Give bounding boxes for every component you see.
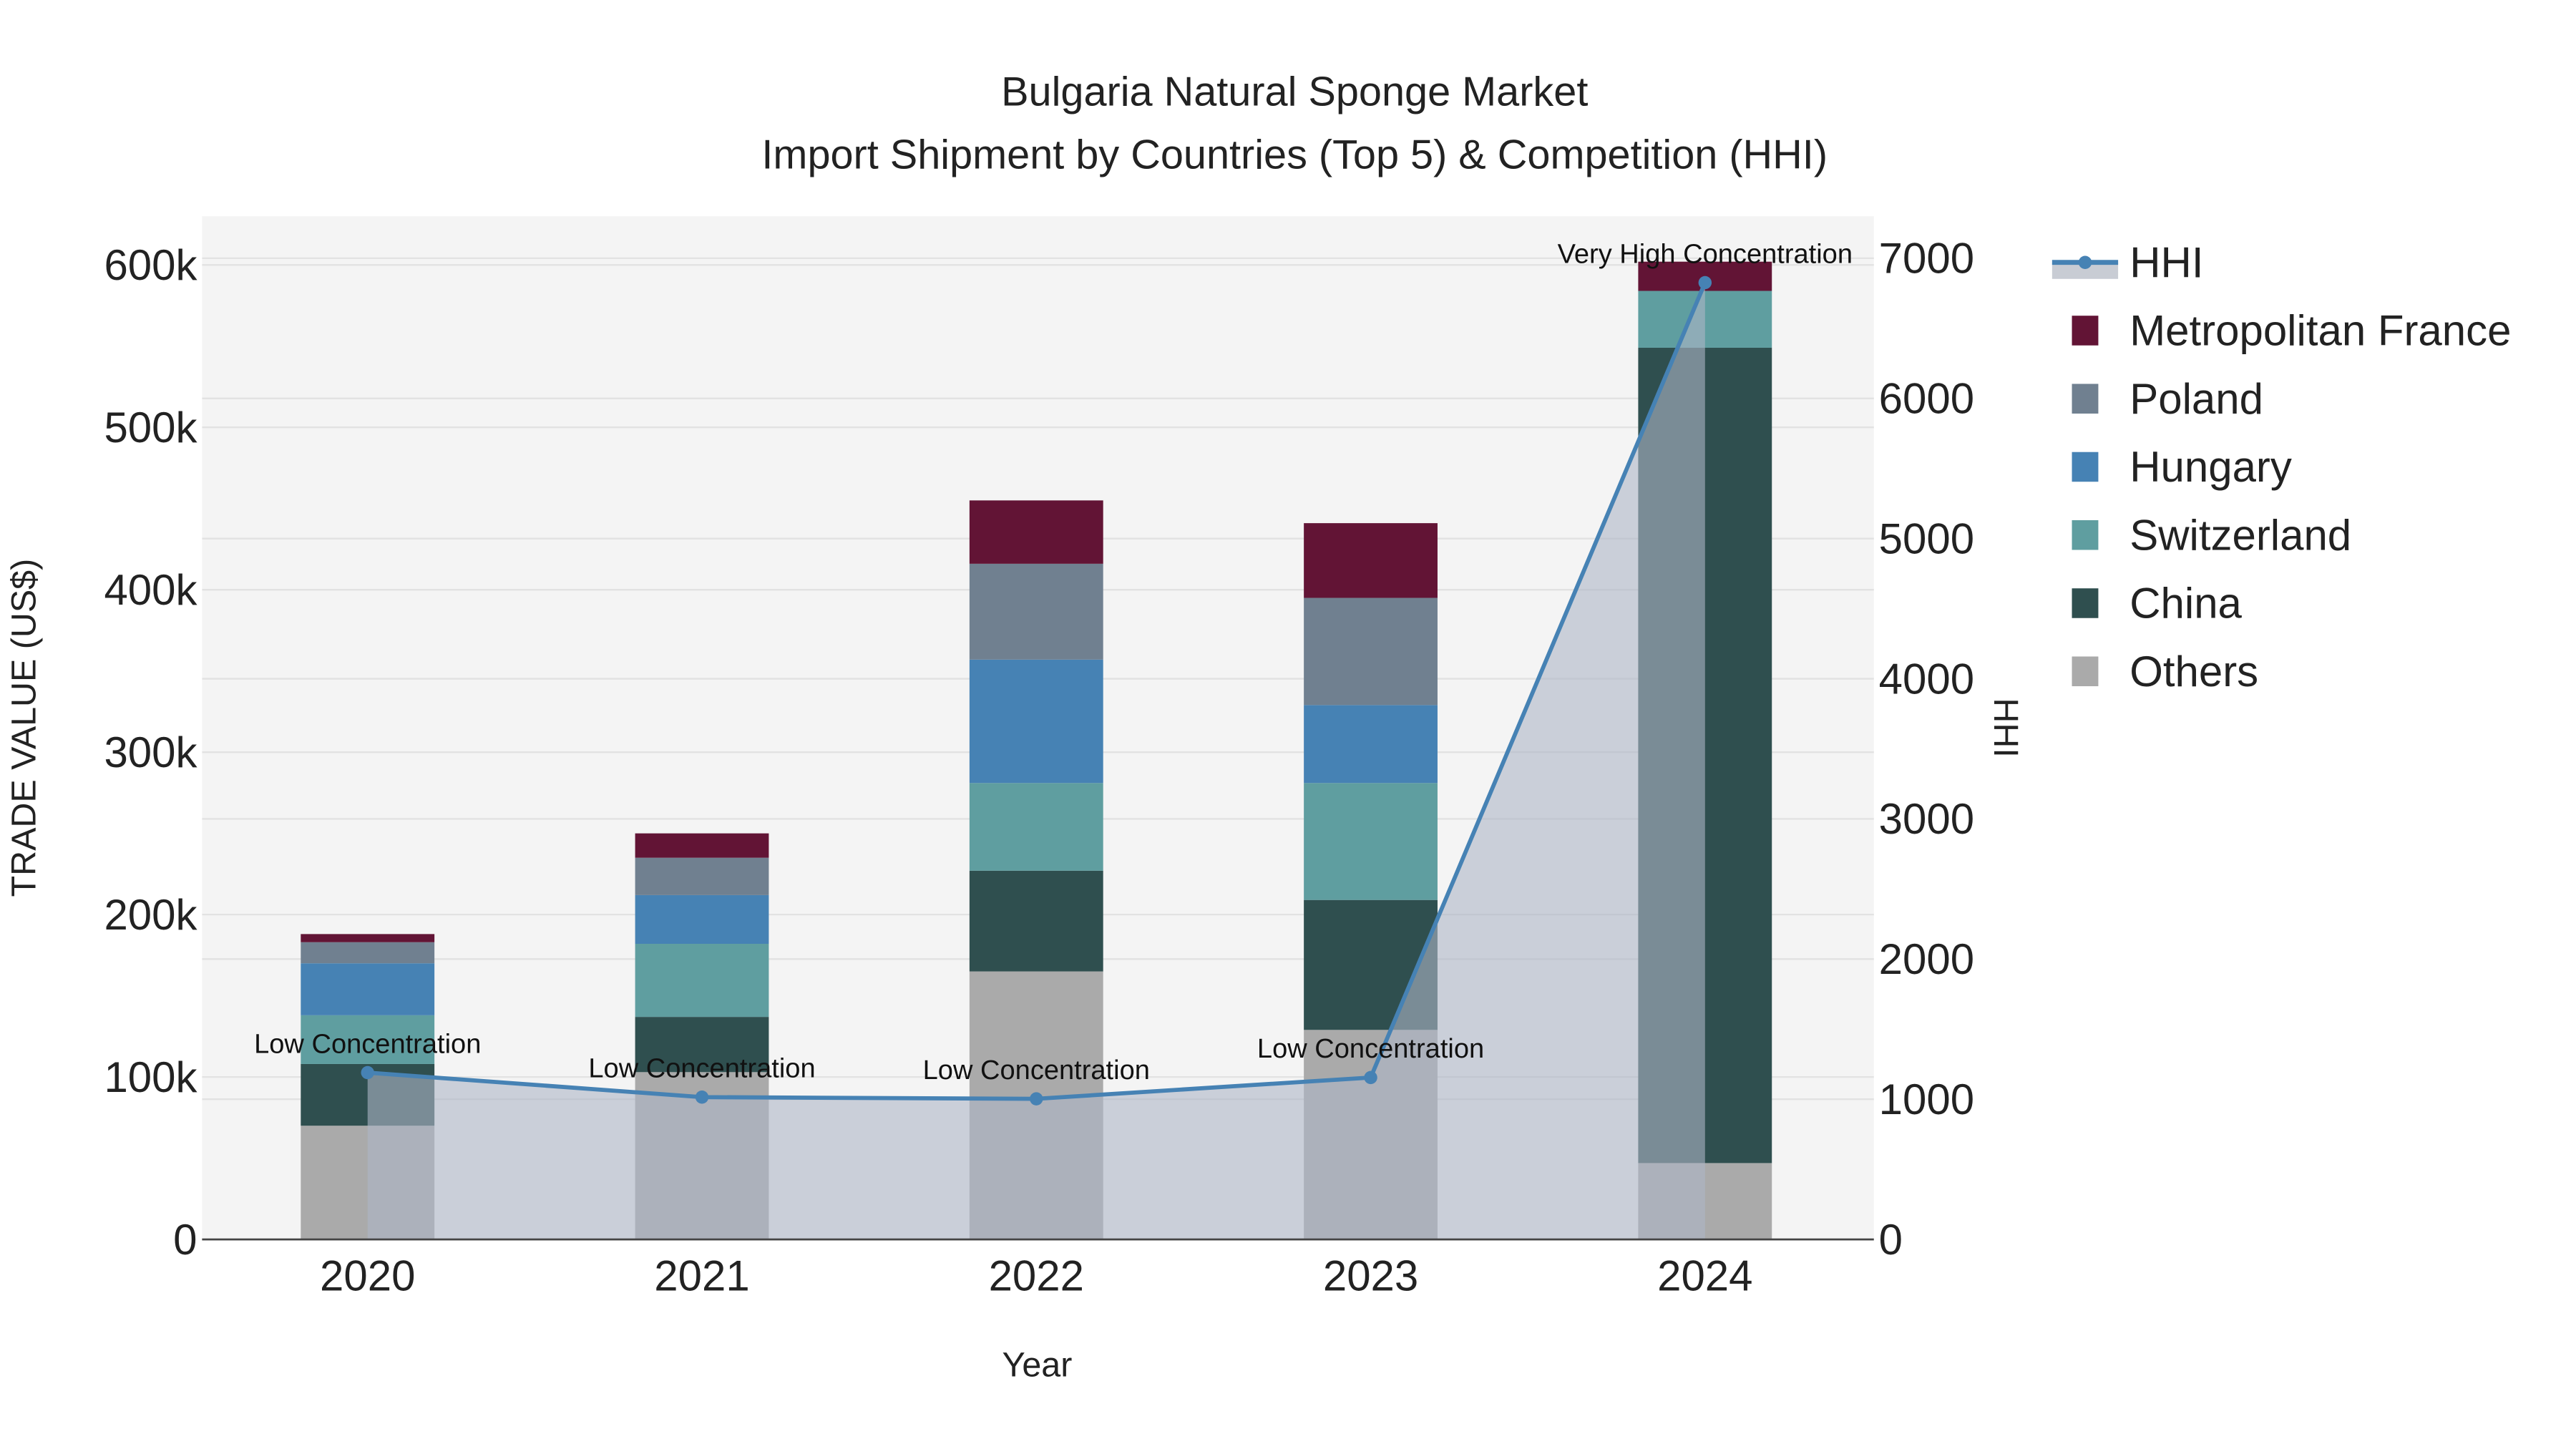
x-tick-label: 2021 bbox=[654, 1252, 749, 1300]
y2-tick-label: 4000 bbox=[1879, 655, 1974, 703]
y2-tick-label: 7000 bbox=[1879, 235, 1974, 283]
y2-tick-label: 3000 bbox=[1879, 795, 1974, 843]
legend-label: HHI bbox=[2129, 238, 2203, 286]
legend-swatch bbox=[2078, 255, 2092, 269]
legend-label: Poland bbox=[2129, 375, 2263, 423]
hhi-point bbox=[695, 1091, 709, 1104]
chart-subtitle: Import Shipment by Countries (Top 5) & C… bbox=[761, 132, 1828, 177]
bar-metropolitan-france-2020 bbox=[301, 934, 435, 942]
bar-china-2022 bbox=[969, 870, 1103, 972]
legend-item-metropolitan-france[interactable]: Metropolitan France bbox=[2072, 307, 2512, 355]
bar-metropolitan-france-2023 bbox=[1304, 523, 1438, 598]
hhi-annotation: Low Concentration bbox=[588, 1054, 815, 1084]
y-tick-label: 400k bbox=[104, 566, 197, 614]
legend-label: Others bbox=[2129, 648, 2258, 696]
bar-poland-2023 bbox=[1304, 597, 1438, 706]
bar-poland-2022 bbox=[969, 563, 1103, 660]
x-tick-label: 2020 bbox=[320, 1252, 415, 1300]
legend-swatch bbox=[2072, 588, 2099, 618]
legend-swatch bbox=[2072, 519, 2099, 550]
y-tick-label: 300k bbox=[104, 728, 197, 776]
legend-item-poland[interactable]: Poland bbox=[2072, 375, 2263, 423]
bar-switzerland-2023 bbox=[1304, 783, 1438, 900]
bar-metropolitan-france-2022 bbox=[969, 500, 1103, 564]
bar-metropolitan-france-2021 bbox=[635, 833, 769, 858]
hhi-point bbox=[361, 1065, 374, 1080]
x-tick-label: 2023 bbox=[1323, 1252, 1418, 1300]
hhi-point bbox=[1698, 275, 1712, 290]
x-tick-label: 2022 bbox=[989, 1252, 1084, 1300]
bar-poland-2020 bbox=[301, 942, 435, 964]
legend-swatch bbox=[2072, 384, 2099, 414]
y-tick-label: 500k bbox=[104, 404, 197, 452]
legend-swatch bbox=[2072, 452, 2099, 482]
legend-label: Switzerland bbox=[2129, 511, 2351, 559]
y-tick-label: 0 bbox=[173, 1216, 197, 1264]
y2-tick-label: 2000 bbox=[1879, 935, 1974, 983]
bar-hungary-2020 bbox=[301, 963, 435, 1015]
bar-poland-2021 bbox=[635, 857, 769, 895]
hhi-point bbox=[1364, 1070, 1377, 1085]
legend-item-hungary[interactable]: Hungary bbox=[2072, 443, 2292, 491]
bar-hungary-2022 bbox=[969, 659, 1103, 784]
y2-tick-label: 6000 bbox=[1879, 375, 1974, 423]
legend-swatch bbox=[2072, 656, 2099, 686]
chart-title: Bulgaria Natural Sponge Market bbox=[1001, 69, 1588, 115]
chart: Bulgaria Natural Sponge Market Import Sh… bbox=[4, 69, 2512, 1385]
y2-tick-label: 5000 bbox=[1879, 514, 1974, 562]
legend: HHI Metropolitan France Poland Hungary Switz… bbox=[2051, 238, 2512, 696]
legend-label: Metropolitan France bbox=[2129, 307, 2511, 355]
hhi-annotation: Low Concentration bbox=[923, 1055, 1150, 1085]
y-axis-label: TRADE VALUE (US$) bbox=[4, 559, 43, 897]
hhi-annotation: Very High Concentration bbox=[1558, 239, 1853, 269]
y2-axis-label: HHI bbox=[1986, 698, 2025, 757]
hhi-annotation: Low Concentration bbox=[254, 1029, 481, 1059]
legend-label: Hungary bbox=[2129, 443, 2292, 491]
hhi-annotation: Low Concentration bbox=[1257, 1034, 1484, 1064]
y2-tick-label: 0 bbox=[1879, 1216, 1903, 1264]
y-tick-label: 100k bbox=[104, 1053, 197, 1101]
y-tick-label: 600k bbox=[104, 241, 197, 289]
legend-item-hhi[interactable]: HHI bbox=[2051, 238, 2204, 286]
legend-label: China bbox=[2129, 580, 2242, 628]
bar-hungary-2021 bbox=[635, 894, 769, 944]
hhi-point bbox=[1030, 1092, 1043, 1106]
bar-hungary-2023 bbox=[1304, 705, 1438, 784]
legend-item-china[interactable]: China bbox=[2072, 580, 2243, 628]
legend-item-others[interactable]: Others bbox=[2072, 648, 2259, 696]
y-tick-label: 200k bbox=[104, 891, 197, 939]
y2-tick-label: 1000 bbox=[1879, 1075, 1974, 1123]
x-axis-label: Year bbox=[1002, 1346, 1073, 1385]
legend-item-switzerland[interactable]: Switzerland bbox=[2072, 511, 2352, 559]
legend-swatch bbox=[2072, 316, 2099, 346]
bar-switzerland-2022 bbox=[969, 783, 1103, 871]
bar-switzerland-2021 bbox=[635, 943, 769, 1018]
x-tick-label: 2024 bbox=[1657, 1252, 1752, 1300]
